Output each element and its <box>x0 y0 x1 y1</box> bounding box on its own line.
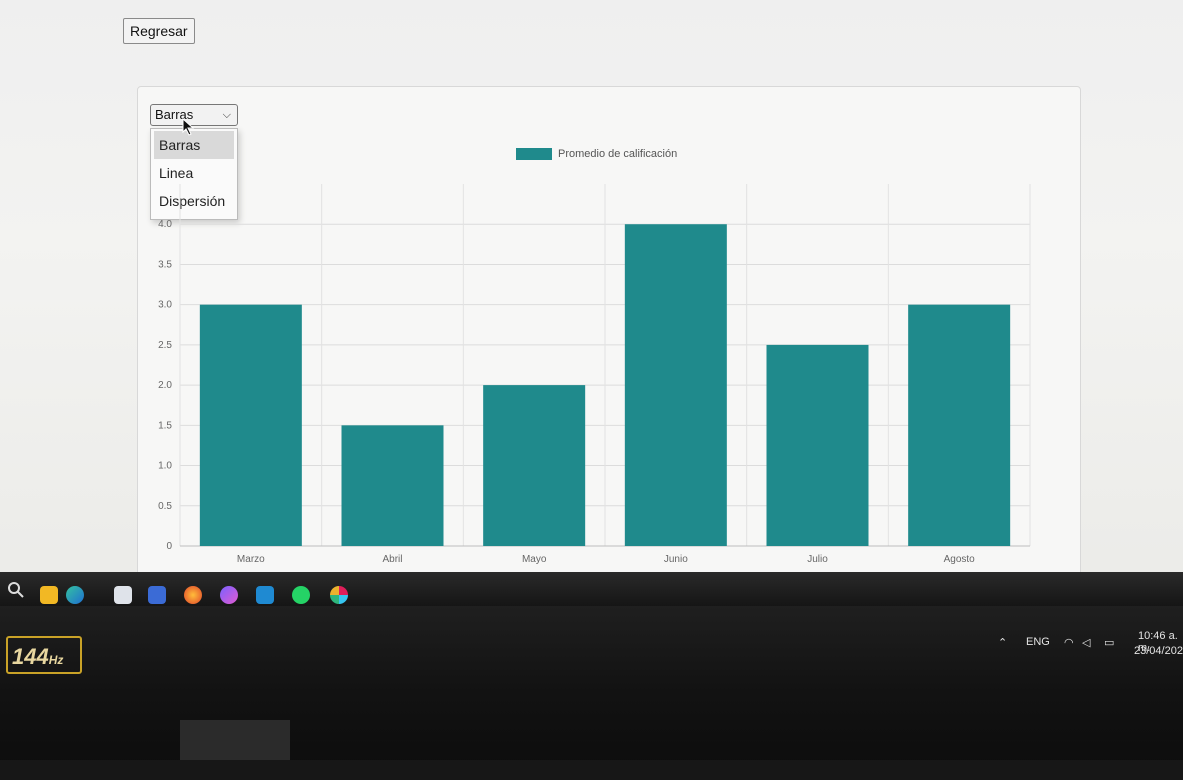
bar-mayo <box>483 385 586 546</box>
vscode-icon[interactable] <box>256 586 274 604</box>
refresh-rate-unit: Hz <box>48 653 64 667</box>
slack-icon[interactable] <box>330 586 348 604</box>
chevron-down-icon: ⌵ <box>222 109 231 121</box>
monitor-screen: Regresar Barras ⌵ Barras Linea Dispersió… <box>0 0 1183 600</box>
monitor-bezel <box>0 606 1183 780</box>
y-tick-label: 2.5 <box>158 340 172 351</box>
chart-legend[interactable]: Promedio de calificación <box>516 148 678 161</box>
copilot-icon[interactable] <box>220 586 238 604</box>
legend-label: Promedio de calificación <box>558 148 678 160</box>
tray-date[interactable]: 23/04/2024 <box>1134 645 1183 657</box>
volume-icon[interactable]: ◁ <box>1082 636 1090 649</box>
refresh-rate-badge: 144Hz <box>6 636 82 674</box>
y-tick-label: 2.0 <box>158 380 172 391</box>
y-tick-label: 1.0 <box>158 461 172 472</box>
file-explorer-icon[interactable] <box>40 586 58 604</box>
x-tick-label: Abril <box>382 554 402 565</box>
firefox-icon[interactable] <box>184 586 202 604</box>
back-button[interactable]: Regresar <box>123 18 195 44</box>
edge-icon[interactable] <box>66 586 84 604</box>
y-tick-label: 1.5 <box>158 420 172 431</box>
mouse-cursor-icon <box>182 118 195 136</box>
x-tick-label: Marzo <box>237 554 265 565</box>
tray-chevron-up-icon[interactable]: ⌃ <box>998 636 1007 649</box>
bar-agosto <box>908 304 1011 546</box>
bar-julio <box>766 344 869 546</box>
y-tick-label: 0.5 <box>158 501 172 512</box>
y-tick-label: 0 <box>166 541 172 552</box>
bar-marzo <box>199 304 302 546</box>
base-edge <box>0 760 1183 780</box>
y-tick-label: 3.0 <box>158 300 172 311</box>
store-icon[interactable] <box>114 586 132 604</box>
bar-chart: 0 0.5 1.0 1.5 2.0 2.5 3.0 3.5 4.0 Marzo Abril Mayo J… <box>158 184 1031 565</box>
x-tick-label: Junio <box>664 554 688 565</box>
taskbar <box>0 572 1183 608</box>
x-tick-label: Agosto <box>944 554 976 565</box>
wifi-icon[interactable]: ◠ <box>1064 636 1074 649</box>
legend-swatch <box>516 148 552 161</box>
bar-abril <box>341 425 444 546</box>
y-tick-label: 3.5 <box>158 259 172 270</box>
app-icon[interactable] <box>148 586 166 604</box>
bar-junio <box>624 224 727 546</box>
x-tick-label: Mayo <box>522 554 547 565</box>
whatsapp-icon[interactable] <box>292 586 310 604</box>
tray-language[interactable]: ENG <box>1026 636 1050 648</box>
search-icon[interactable] <box>8 582 24 598</box>
battery-icon[interactable]: ▭ <box>1104 636 1114 649</box>
y-tick-label: 4.0 <box>158 219 172 230</box>
refresh-rate-value: 144 <box>12 644 49 669</box>
x-tick-label: Julio <box>807 554 828 565</box>
